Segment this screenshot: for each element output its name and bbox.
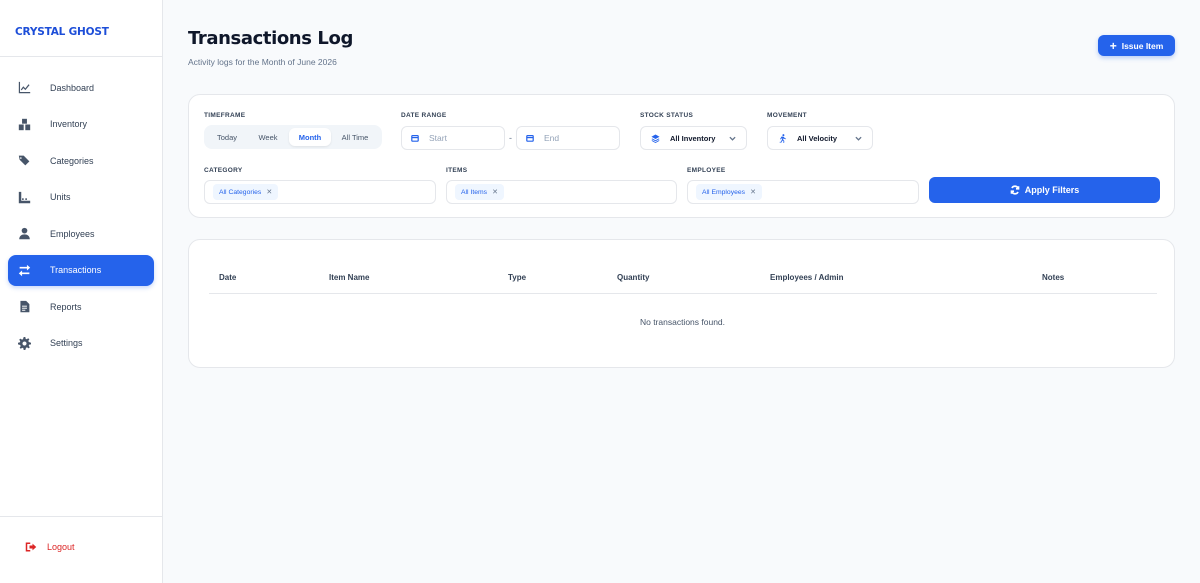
running-icon [778,133,787,143]
date-range-separator: - [509,133,512,143]
layers-icon [651,133,660,143]
sidebar-item-transactions[interactable]: Transactions [8,254,154,286]
logout-button[interactable]: Logout [25,541,75,553]
logout-label: Logout [47,542,75,552]
stock-status-select[interactable]: All Inventory [640,126,747,150]
end-date-placeholder: End [544,133,560,143]
employee-tag: All Employees ✕ [696,184,762,200]
chart-line-icon [18,81,31,94]
employee-multiselect[interactable]: All Employees ✕ [687,180,919,204]
remove-tag-icon[interactable]: ✕ [750,188,756,196]
stock-status-label: STOCK STATUS [640,112,694,119]
remove-tag-icon[interactable]: ✕ [266,188,272,196]
filter-panel: TIMEFRAME Today Week Month All Time DATE… [188,94,1175,218]
sidebar-item-categories[interactable]: Categories [8,145,154,176]
sidebar: CRYSTAL GHOST Dashboard Inventory Catego… [0,0,163,583]
chevron-down-icon [729,135,736,142]
start-date-placeholder: Start [429,133,447,143]
sidebar-item-dashboard[interactable]: Dashboard [8,72,154,103]
issue-item-label: Issue Item [1121,40,1164,51]
brand-name: CRYSTAL GHOST [15,26,109,38]
sidebar-item-label: Reports [50,301,82,312]
brand-logo[interactable]: CRYSTAL GHOST [0,0,162,57]
sidebar-item-label: Categories [50,155,94,166]
chevron-down-icon [855,135,862,142]
sidebar-item-label: Employees [50,228,95,239]
column-header-type[interactable]: Type [508,273,526,282]
empty-state-message: No transactions found. [639,317,726,327]
end-date-input[interactable]: End [516,126,620,150]
apply-filters-button[interactable]: Apply Filters [929,177,1160,203]
employee-tag-label: All Employees [702,188,746,196]
category-label: CATEGORY [204,167,243,174]
items-tag: All Items ✕ [455,184,504,200]
employee-label: EMPLOYEE [687,167,726,174]
refresh-icon [1010,185,1020,195]
page-title: Transactions Log [188,28,353,49]
gear-icon [18,336,31,350]
sidebar-item-label: Dashboard [50,82,95,93]
column-header-notes[interactable]: Notes [1042,273,1064,282]
ruler-icon [18,191,31,204]
category-multiselect[interactable]: All Categories ✕ [204,180,436,204]
issue-item-button[interactable]: + Issue Item [1098,35,1175,56]
arrows-exchange-icon [18,264,31,277]
movement-label: MOVEMENT [767,112,807,119]
sidebar-item-label: Transactions [50,265,102,275]
category-tag-label: All Categories [219,188,262,196]
sidebar-item-settings[interactable]: Settings [8,328,154,359]
apply-filters-label: Apply Filters [1024,185,1080,195]
sidebar-item-employees[interactable]: Employees [8,218,154,249]
sidebar-footer: Logout [0,516,162,583]
movement-select[interactable]: All Velocity [767,126,873,150]
category-tag: All Categories ✕ [213,184,279,200]
sidebar-item-label: Units [50,192,71,202]
items-tag-label: All Items [461,188,488,196]
user-icon [18,227,31,240]
date-range-label: DATE RANGE [401,112,447,119]
movement-value: All Velocity [797,133,838,143]
calendar-icon [526,135,534,142]
start-date-input[interactable]: Start [401,126,505,150]
sidebar-item-units[interactable]: Units [8,182,154,213]
timeframe-option-today[interactable]: Today [207,128,247,146]
timeframe-option-month[interactable]: Month [289,128,331,146]
file-icon [18,300,31,313]
sidebar-item-label: Settings [50,338,83,348]
column-header-date[interactable]: Date [219,273,236,282]
items-label: ITEMS [446,167,468,174]
page-subtitle: Activity logs for the Month of June 2026 [188,57,337,67]
calendar-icon [411,135,419,142]
timeframe-option-week[interactable]: Week [247,128,289,146]
items-multiselect[interactable]: All Items ✕ [446,180,677,204]
column-header-item-name[interactable]: Item Name [329,273,369,282]
table-header-divider [209,293,1157,294]
transactions-table: Date Item Name Type Quantity Employees /… [188,239,1175,368]
boxes-icon [18,118,31,131]
plus-icon: + [1109,38,1117,53]
timeframe-segmented-control: Today Week Month All Time [204,125,382,149]
column-header-employees-admin[interactable]: Employees / Admin [770,273,844,282]
sidebar-item-inventory[interactable]: Inventory [8,109,154,140]
sidebar-item-label: Inventory [50,119,88,129]
logout-icon [25,542,37,552]
sidebar-nav: Dashboard Inventory Categories Units Emp… [0,57,162,359]
column-header-quantity[interactable]: Quantity [617,273,649,282]
timeframe-option-all-time[interactable]: All Time [331,128,379,146]
remove-tag-icon[interactable]: ✕ [492,188,498,196]
stock-status-value: All Inventory [670,133,716,143]
sidebar-item-reports[interactable]: Reports [8,291,154,322]
timeframe-label: TIMEFRAME [204,112,246,119]
tags-icon [18,154,31,167]
